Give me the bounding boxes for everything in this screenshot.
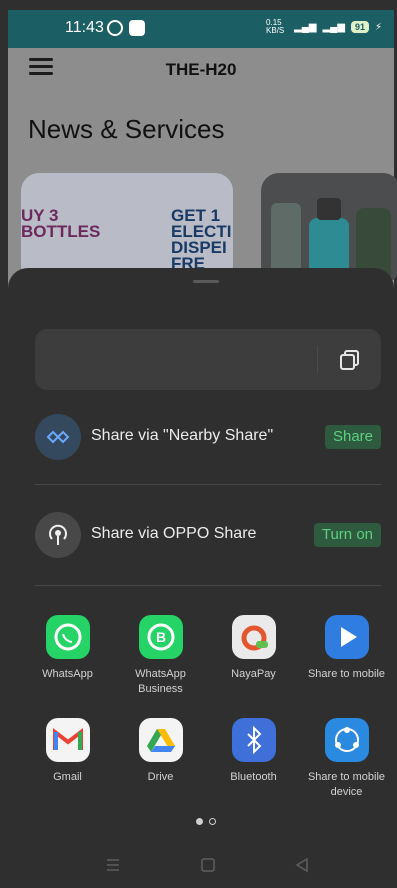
divider <box>35 585 381 586</box>
gmail-icon <box>45 718 90 762</box>
messenger-icon <box>129 20 145 36</box>
app-nayapay[interactable]: NayaPay <box>207 615 300 682</box>
app-share-to-mobile-device[interactable]: Share to mobile device <box>300 718 393 800</box>
nearby-share-row[interactable]: Share via "Nearby Share" Share <box>35 414 381 460</box>
app-share-to-mobile[interactable]: Share to mobile <box>300 615 393 682</box>
app-label: WhatsApp Business <box>135 668 186 695</box>
status-bar: 11:43 0.15 KB/S ▂▄▆ ▂▄▆ 91 ⚡ <box>8 10 394 48</box>
play-share-icon <box>324 615 369 659</box>
app-gmail[interactable]: Gmail <box>21 718 114 785</box>
app-label: WhatsApp <box>42 668 93 680</box>
app-label: Gmail <box>53 771 82 783</box>
app-label: Share to mobile device <box>307 771 386 798</box>
app-whatsapp[interactable]: WhatsApp <box>21 615 114 682</box>
copy-icon[interactable] <box>337 347 363 373</box>
whatsapp-icon <box>45 615 90 659</box>
promo-text-left: UY 3 BOTTLES <box>21 206 101 241</box>
home-icon[interactable] <box>200 857 216 873</box>
product-card[interactable] <box>261 173 397 283</box>
divider <box>35 484 381 485</box>
shareit-icon <box>324 718 369 762</box>
status-time: 11:43 <box>65 19 104 36</box>
signal-icon-2: ▂▄▆ <box>322 21 345 33</box>
app-label: Drive <box>147 771 174 783</box>
signal-icon: ▂▄▆ <box>294 21 317 33</box>
page-indicator <box>196 818 216 825</box>
oppo-share-icon <box>35 512 81 558</box>
oppo-share-label: Share via OPPO Share <box>91 525 257 542</box>
page-dot <box>209 818 216 825</box>
sheet-handle[interactable] <box>193 280 219 283</box>
back-icon[interactable] <box>294 857 310 873</box>
bluetooth-icon <box>231 718 276 762</box>
nearby-share-icon <box>35 414 81 460</box>
nearby-share-label: Share via "Nearby Share" <box>91 427 274 444</box>
promo-text-right: GET 1 ELECTI DISPEI FRE <box>171 206 232 273</box>
app-label: Share to mobile <box>307 668 386 680</box>
oppo-share-button[interactable]: Turn on <box>313 523 381 547</box>
link-preview <box>35 329 381 390</box>
page-dot-active <box>196 818 203 825</box>
nayapay-icon <box>231 615 276 659</box>
app-title: THE-H20 <box>165 60 237 79</box>
recents-icon[interactable] <box>105 857 121 873</box>
app-drive[interactable]: Drive <box>114 718 207 785</box>
link-divider <box>317 346 318 373</box>
oppo-share-row[interactable]: Share via OPPO Share Turn on <box>35 512 381 558</box>
app-label: NayaPay <box>231 668 276 680</box>
page-title: News & Services <box>28 114 225 144</box>
nearby-share-button[interactable]: Share <box>324 425 381 449</box>
charging-icon: ⚡ <box>374 21 382 33</box>
drive-icon <box>138 718 183 762</box>
share-sheet: Share via "Nearby Share" Share Share via… <box>8 268 394 888</box>
app-whatsapp-business[interactable]: B WhatsApp Business <box>114 615 207 697</box>
status-indicators: 0.15 KB/S ▂▄▆ ▂▄▆ 91 ⚡ <box>266 19 382 35</box>
app-label: Bluetooth <box>230 771 277 783</box>
app-bluetooth[interactable]: Bluetooth <box>207 718 300 785</box>
whatsapp-business-icon: B <box>138 615 183 659</box>
promo-card[interactable]: UY 3 BOTTLES GET 1 ELECTI DISPEI FRE <box>21 173 233 283</box>
bottles-image <box>271 198 391 283</box>
notification-b-icon <box>107 20 123 36</box>
battery-icon: 91 <box>350 21 369 33</box>
net-speed: 0.15 KB/S <box>266 18 285 35</box>
navigation-bar <box>8 845 394 888</box>
svg-text:B: B <box>155 629 165 645</box>
